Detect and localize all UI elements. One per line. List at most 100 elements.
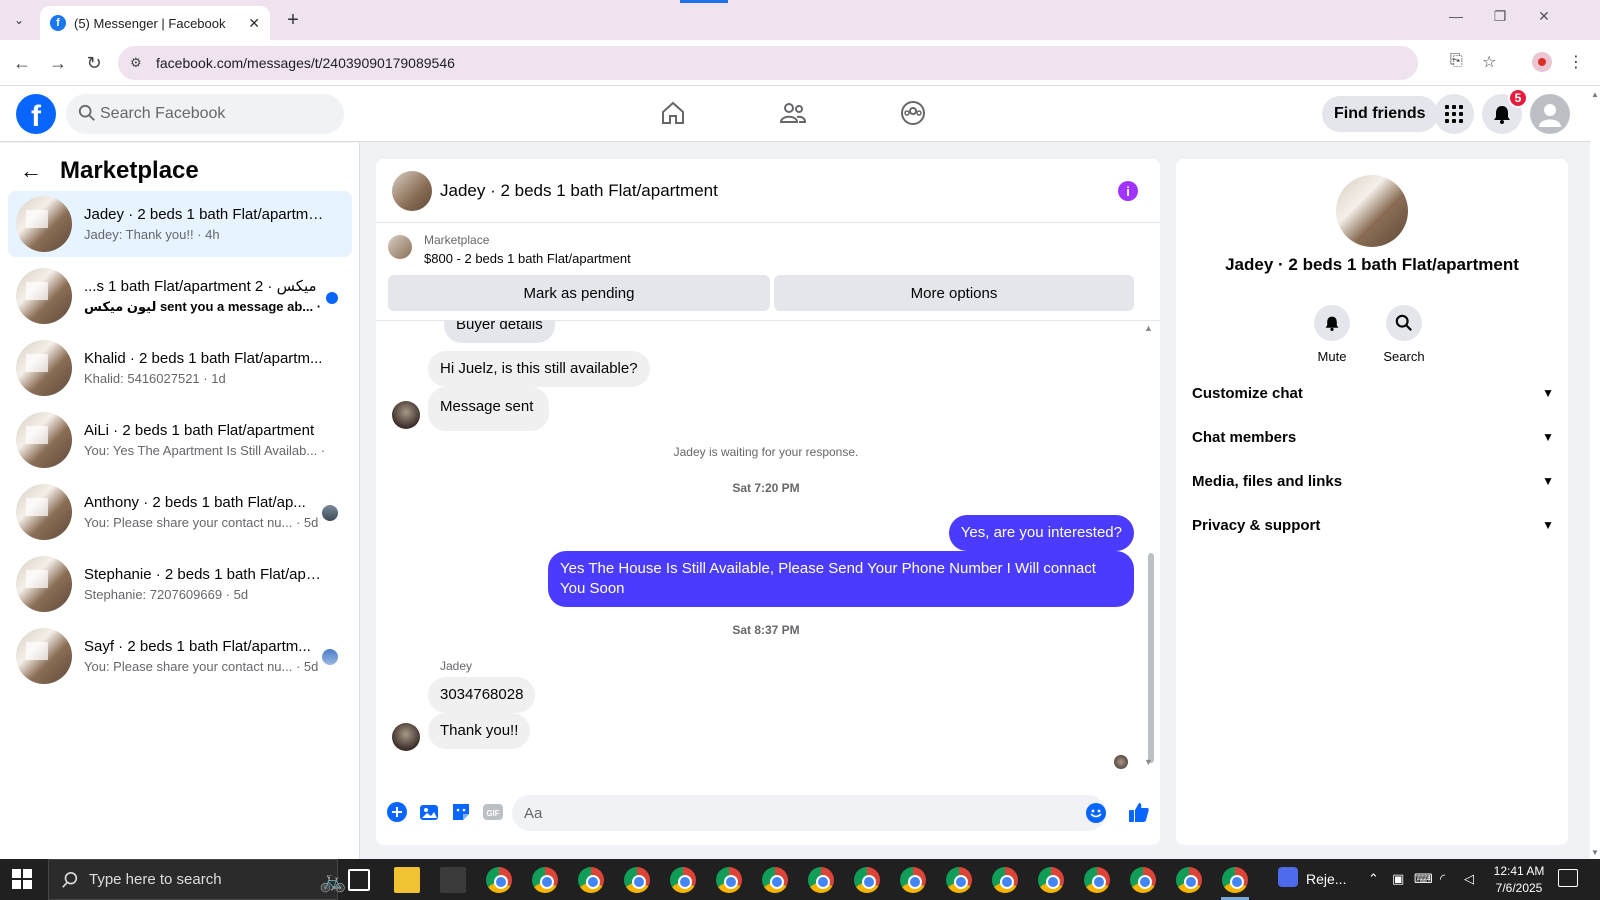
conversation-item-mix[interactable]: ...s 1 bath Flat/apartment 2 · ميكس ليون… — [8, 263, 352, 329]
restore-icon[interactable]: ❐ — [1480, 8, 1520, 25]
task-view-icon[interactable] — [348, 869, 370, 891]
friends-icon[interactable] — [776, 98, 810, 128]
message-composer: GIF Aa — [376, 781, 1160, 845]
groups-icon[interactable] — [896, 98, 930, 128]
url-bar[interactable]: ⚙ facebook.com/messages/t/24039090179089… — [118, 46, 1418, 80]
buyer-details-button[interactable]: Buyer details — [444, 321, 555, 343]
scroll-up-icon[interactable]: ▲ — [1591, 90, 1599, 99]
minimize-icon[interactable]: — — [1436, 8, 1476, 24]
search-in-conversation-button[interactable]: Search — [1374, 305, 1434, 364]
back-arrow-icon[interactable]: ← — [20, 158, 42, 184]
gif-icon[interactable]: GIF — [482, 801, 504, 823]
tray-device-icon[interactable]: ▣ — [1392, 871, 1404, 887]
file-explorer-icon[interactable] — [394, 867, 420, 893]
chrome-icon[interactable] — [1176, 867, 1202, 893]
account-avatar[interactable] — [1530, 94, 1570, 134]
tab-search-dropdown-icon[interactable]: ⌄ — [6, 8, 32, 32]
emoji-icon[interactable] — [1086, 803, 1106, 823]
chrome-icon[interactable] — [900, 867, 926, 893]
message-input[interactable]: Aa — [512, 795, 1106, 831]
customize-chat-section[interactable]: Customize chat ▼ — [1192, 377, 1554, 409]
info-icon[interactable]: i — [1118, 181, 1138, 201]
chrome-icon[interactable] — [486, 867, 512, 893]
bookmark-star-icon[interactable]: ☆ — [1482, 52, 1496, 72]
chrome-icon[interactable] — [946, 867, 972, 893]
action-center-icon[interactable] — [1558, 869, 1578, 887]
privacy-support-section[interactable]: Privacy & support ▼ — [1192, 509, 1554, 541]
scroll-down-icon[interactable]: ▼ — [1144, 757, 1153, 767]
chrome-icon[interactable] — [532, 867, 558, 893]
taskbar-clock[interactable]: 12:41 AM 7/6/2025 — [1488, 863, 1550, 897]
tray-language-icon[interactable]: ⌨ — [1414, 871, 1433, 887]
scroll-down-icon[interactable]: ▼ — [1591, 848, 1599, 857]
site-info-icon[interactable]: ⚙ — [130, 55, 142, 71]
conversation-item-khalid[interactable]: Khalid · 2 beds 1 bath Flat/apartm... Kh… — [8, 335, 352, 401]
chrome-icon[interactable] — [578, 867, 604, 893]
menu-grid-icon[interactable] — [1434, 94, 1474, 134]
chrome-icon[interactable] — [1130, 867, 1156, 893]
unread-dot — [326, 292, 338, 304]
chrome-icon[interactable] — [854, 867, 880, 893]
bicycle-icon: 🚲 — [319, 868, 347, 893]
tray-overflow-icon[interactable]: ⌃ — [1368, 871, 1379, 887]
conversation-item-stephanie[interactable]: Stephanie · 2 beds 1 bath Flat/apar... S… — [8, 551, 352, 617]
new-tab-button[interactable]: + — [280, 8, 306, 32]
chrome-icon[interactable] — [762, 867, 788, 893]
close-tab-icon[interactable]: ✕ — [248, 15, 260, 32]
sticker-icon[interactable] — [450, 801, 472, 823]
chrome-icon[interactable] — [808, 867, 834, 893]
clock-date: 7/6/2025 — [1495, 881, 1543, 895]
mark-as-pending-button[interactable]: Mark as pending — [388, 275, 770, 311]
like-thumbs-up-icon[interactable] — [1126, 799, 1152, 825]
media-files-links-section[interactable]: Media, files and links ▼ — [1192, 465, 1554, 497]
message-bubble: Message sent — [428, 387, 550, 431]
listing-price[interactable]: $800 - 2 beds 1 bath Flat/apartment — [424, 251, 631, 266]
chrome-icon[interactable] — [1038, 867, 1064, 893]
back-icon[interactable]: ← — [10, 51, 34, 75]
browser-menu-icon[interactable]: ⋮ — [1568, 52, 1584, 72]
forward-icon[interactable]: → — [46, 51, 70, 75]
chat-title[interactable]: Jadey · 2 beds 1 bath Flat/apartment — [440, 181, 718, 201]
browser-profile-avatar[interactable] — [1532, 52, 1552, 72]
chrome-icon[interactable] — [1222, 867, 1248, 893]
taskbar-search-input[interactable]: Type here to search 🚲 — [48, 859, 346, 900]
wifi-icon[interactable]: ◜ — [1440, 871, 1445, 887]
tab-messenger[interactable]: f (5) Messenger | Facebook ✕ — [40, 6, 270, 40]
mute-button[interactable]: Mute — [1302, 305, 1362, 364]
home-icon[interactable] — [656, 98, 690, 128]
windows-start-icon[interactable] — [12, 869, 32, 889]
scroll-up-icon[interactable]: ▲ — [1144, 323, 1153, 333]
zoom-app-icon[interactable] — [1278, 867, 1298, 887]
find-friends-button[interactable]: Find friends — [1322, 96, 1438, 132]
facebook-logo[interactable]: f — [16, 94, 56, 134]
conversation-item-sayf[interactable]: Sayf · 2 beds 1 bath Flat/apartm... You:… — [8, 623, 352, 689]
pinned-app-icon[interactable] — [440, 867, 466, 893]
chrome-icon[interactable] — [992, 867, 1018, 893]
add-plus-icon[interactable] — [386, 801, 408, 823]
photo-icon[interactable] — [418, 801, 440, 823]
reload-icon[interactable]: ↻ — [82, 51, 106, 75]
conversation-name: Jadey · 2 beds 1 bath Flat/apartment — [84, 206, 324, 223]
page-scrollbar[interactable]: ▲ ▼ — [1590, 86, 1600, 859]
chrome-icon[interactable] — [670, 867, 696, 893]
facebook-search-input[interactable]: Search Facebook — [66, 94, 344, 134]
message-scrollbar[interactable] — [1148, 553, 1154, 763]
chrome-icon[interactable] — [624, 867, 650, 893]
chrome-icon[interactable] — [1084, 867, 1110, 893]
conversation-item-anthony[interactable]: Anthony · 2 beds 1 bath Flat/ap... You: … — [8, 479, 352, 545]
install-app-icon[interactable]: ⎘ — [1450, 52, 1463, 70]
zoom-app-label[interactable]: Reje... — [1306, 871, 1346, 887]
more-options-button[interactable]: More options — [774, 275, 1134, 311]
search-icon — [1386, 305, 1422, 341]
volume-icon[interactable]: ◁ — [1464, 871, 1474, 887]
facebook-favicon-icon: f — [50, 15, 66, 31]
conversation-item-jadey[interactable]: Jadey · 2 beds 1 bath Flat/apartment Jad… — [8, 191, 352, 257]
listing-thumbnail — [16, 484, 72, 540]
seen-avatar — [322, 505, 338, 521]
chrome-icon[interactable] — [716, 867, 742, 893]
chat-avatar[interactable] — [392, 170, 432, 211]
window-close-icon[interactable]: ✕ — [1524, 8, 1564, 25]
chat-members-section[interactable]: Chat members ▼ — [1192, 421, 1554, 453]
conversation-item-aili[interactable]: AiLi · 2 beds 1 bath Flat/apartment You:… — [8, 407, 352, 473]
section-label: Media, files and links — [1192, 472, 1343, 490]
